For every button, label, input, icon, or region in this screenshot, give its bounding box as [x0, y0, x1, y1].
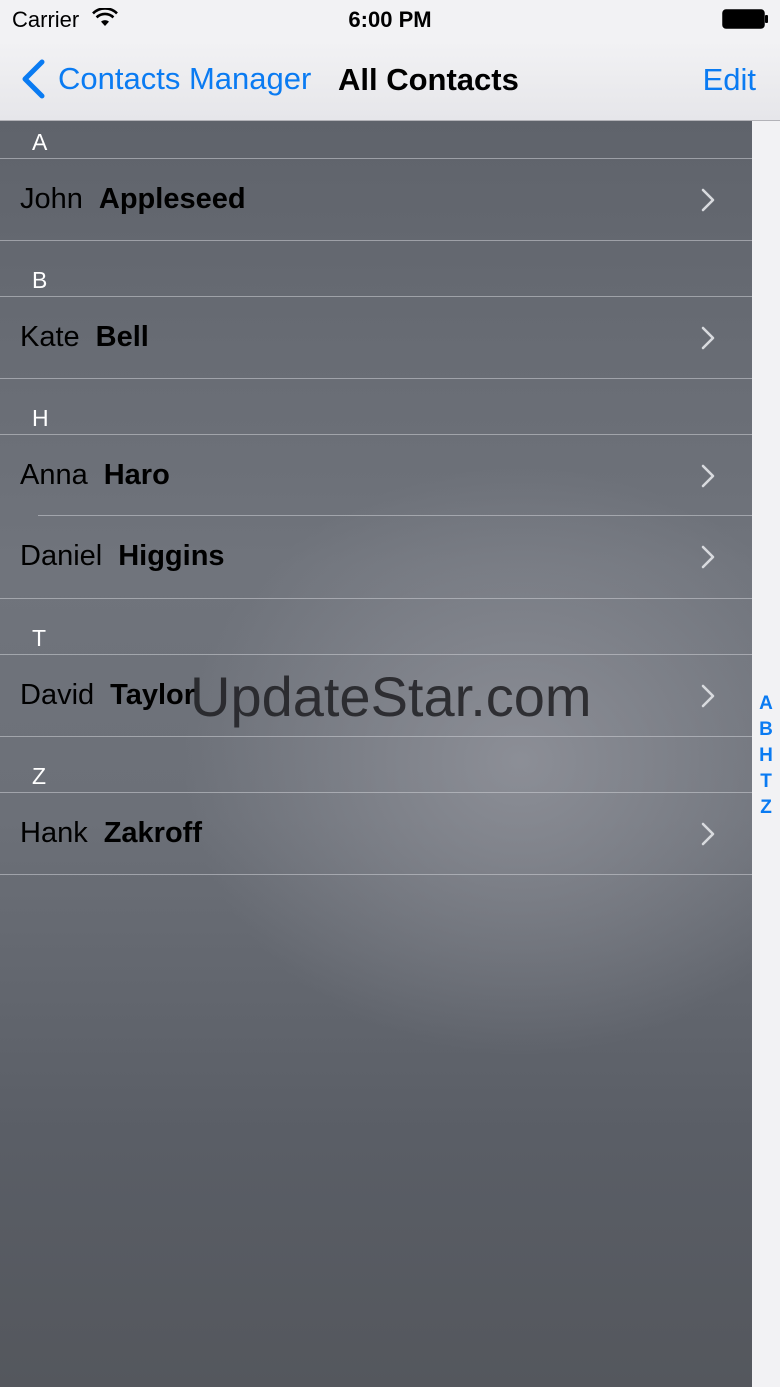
carrier-label: Carrier [12, 7, 80, 32]
row-separator [38, 515, 752, 516]
chevron-right-icon [701, 545, 715, 569]
contact-last-name: Higgins [118, 540, 225, 572]
contact-first-name: David [20, 679, 95, 711]
index-letter-h[interactable]: H [759, 743, 773, 769]
contacts-table[interactable]: A John Appleseed B Kate Bell H Anna Haro Da… [0, 121, 752, 1387]
edit-button[interactable]: Edit [703, 62, 756, 98]
contact-name: David Taylor [20, 679, 195, 712]
contact-name: Hank Zakroff [20, 817, 202, 850]
chevron-right-icon [701, 684, 715, 708]
contact-last-name: Bell [95, 321, 149, 353]
contact-last-name: Taylor [110, 679, 196, 711]
contact-name: Kate Bell [20, 321, 149, 354]
chevron-left-icon [22, 59, 45, 99]
section-header-a: A [32, 129, 48, 155]
index-letter-b[interactable]: B [759, 717, 773, 743]
chevron-right-icon [701, 464, 715, 488]
contact-row-daniel-higgins[interactable]: Daniel Higgins [0, 515, 752, 599]
section-header-t: T [32, 625, 47, 651]
battery-icon [722, 9, 768, 29]
contact-last-name: Appleseed [98, 183, 246, 215]
contact-first-name: John [20, 183, 83, 215]
contact-row-anna-haro[interactable]: Anna Haro [0, 434, 752, 516]
contact-row-john-appleseed[interactable]: John Appleseed [0, 158, 752, 241]
back-button[interactable]: Contacts Manager [20, 56, 311, 102]
index-letter-t[interactable]: T [760, 769, 772, 795]
section-header-z: Z [32, 763, 47, 789]
contact-first-name: Kate [20, 321, 80, 353]
section-header-b: B [32, 267, 48, 293]
chevron-right-icon [701, 822, 715, 846]
index-letter-a[interactable]: A [759, 691, 773, 717]
contacts-screen: Carrier 6:00 PM Contacts Manager All Con… [0, 0, 780, 1387]
section-header-h: H [32, 405, 49, 431]
contact-row-david-taylor[interactable]: David Taylor [0, 654, 752, 737]
contact-name: Anna Haro [20, 459, 170, 492]
chevron-right-icon [701, 326, 715, 350]
contact-last-name: Haro [103, 459, 170, 491]
status-bar: Carrier 6:00 PM [0, 0, 780, 40]
contact-first-name: Daniel [20, 540, 103, 572]
section-index-list: A B H T Z [752, 691, 780, 821]
contact-row-hank-zakroff[interactable]: Hank Zakroff [0, 792, 752, 875]
wifi-icon [92, 8, 118, 26]
navigation-bar: Contacts Manager All Contacts Edit [0, 40, 780, 121]
contact-last-name: Zakroff [103, 817, 202, 849]
contact-first-name: Hank [20, 817, 88, 849]
chevron-right-icon [701, 188, 715, 212]
back-button-label: Contacts Manager [58, 61, 312, 96]
contact-name: Daniel Higgins [20, 540, 225, 573]
section-index[interactable]: A B H T Z [752, 121, 780, 1387]
contact-first-name: Anna [20, 459, 88, 491]
index-letter-z[interactable]: Z [760, 795, 772, 821]
contact-row-kate-bell[interactable]: Kate Bell [0, 296, 752, 379]
contact-name: John Appleseed [20, 183, 246, 216]
page-title: All Contacts [338, 62, 519, 97]
